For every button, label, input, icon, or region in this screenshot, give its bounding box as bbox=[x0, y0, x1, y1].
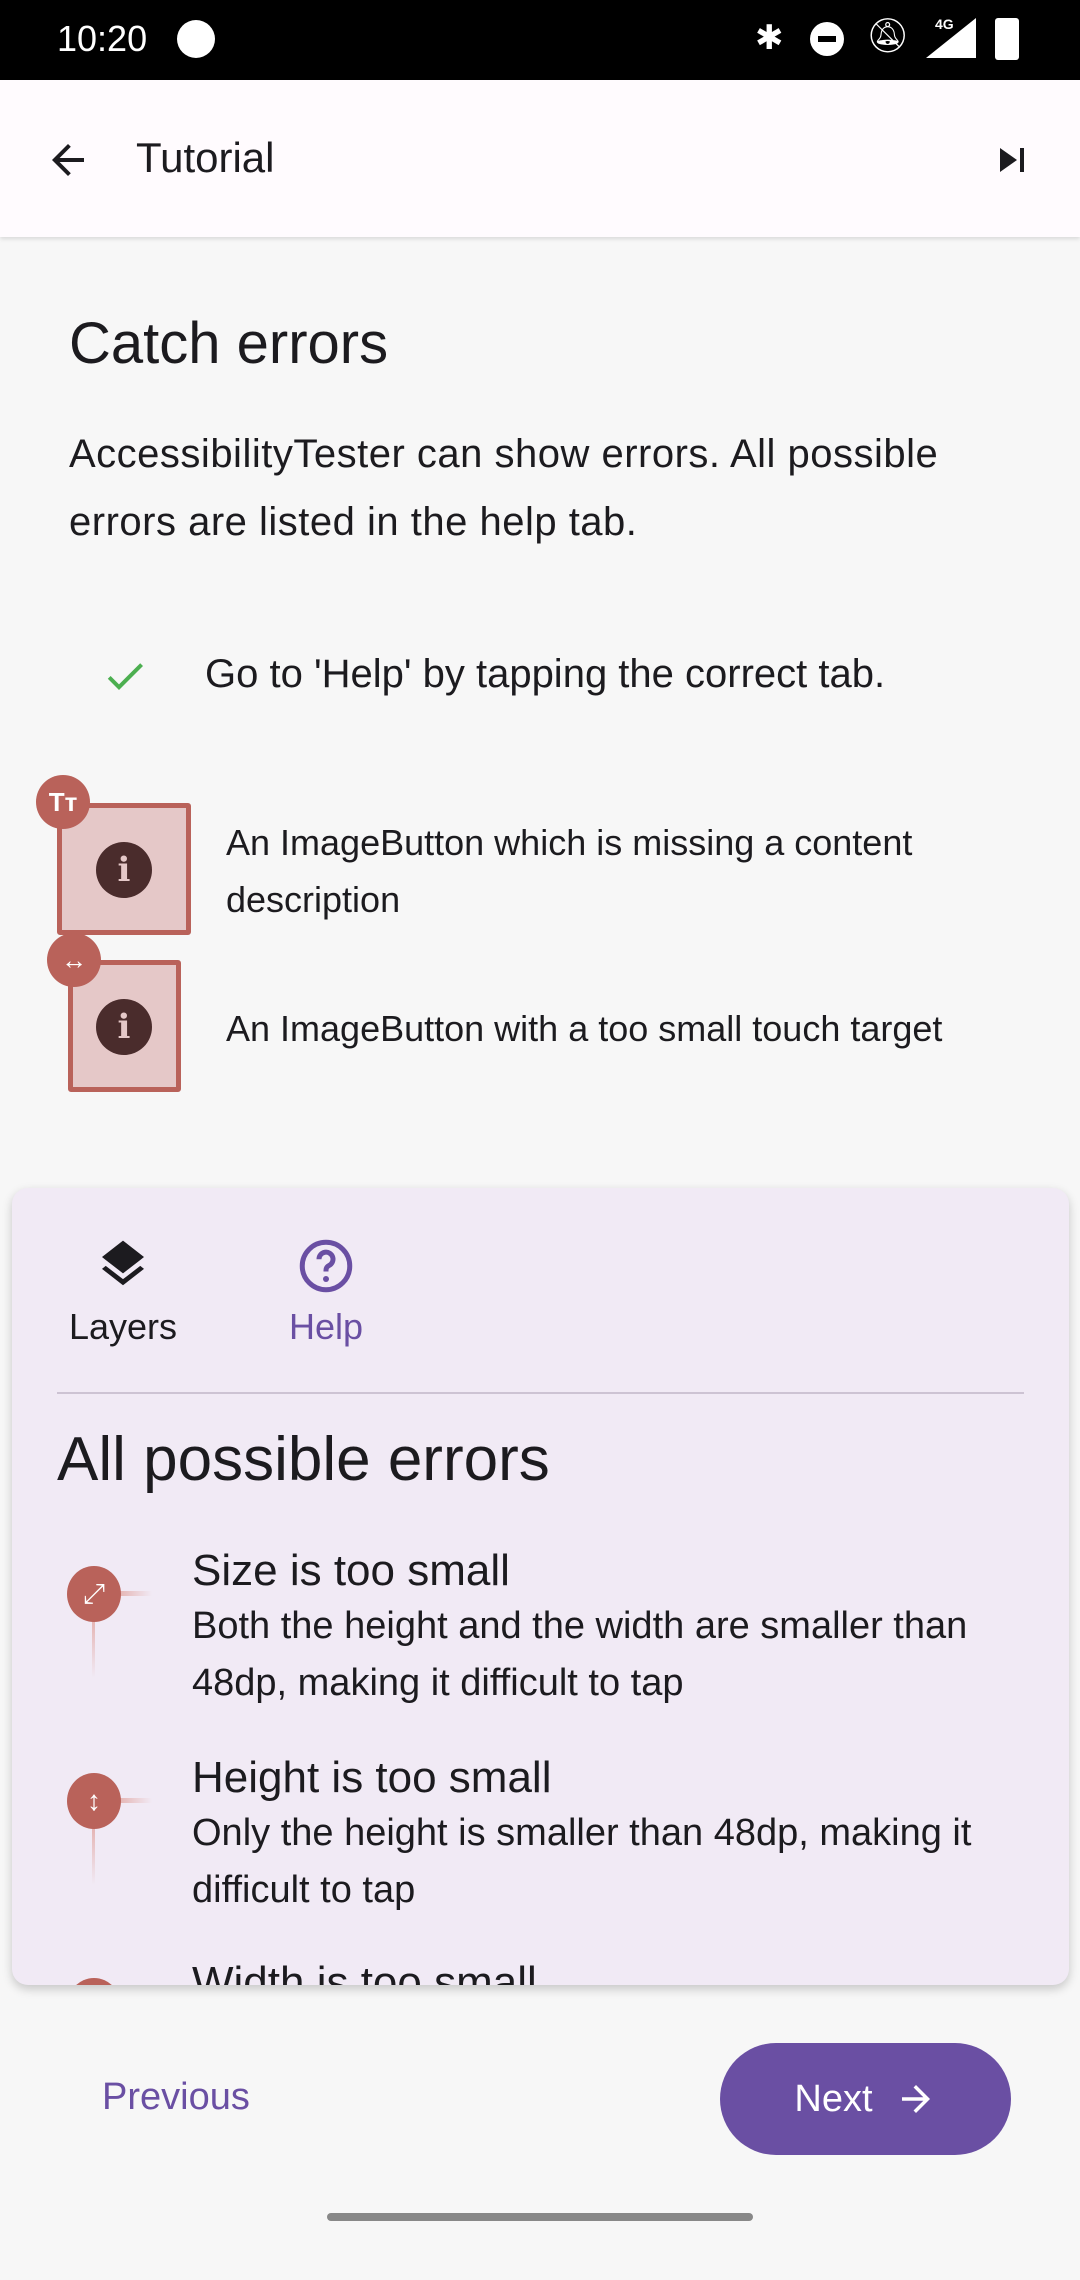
help-card: Layers Help All possible errors ⤢ Size i… bbox=[12, 1188, 1069, 1985]
touch-target-badge-icon: ↔ bbox=[47, 933, 101, 987]
error-description: Only the height is smaller than 48dp, ma… bbox=[192, 1812, 972, 1911]
next-button[interactable]: Next bbox=[720, 2043, 1011, 2155]
arrow-forward-icon bbox=[901, 2085, 930, 2113]
info-icon: i bbox=[96, 842, 152, 898]
tab-layers[interactable]: Layers bbox=[43, 1228, 203, 1348]
app-bar: Tutorial bbox=[0, 80, 1080, 237]
previous-button[interactable]: Previous bbox=[102, 2076, 250, 2119]
error-title: Height is too small bbox=[192, 1753, 552, 1802]
info-icon: i bbox=[96, 999, 152, 1055]
status-bar: 10:20 ✱ 🔕︎ 4G bbox=[0, 0, 1080, 80]
tab-help[interactable]: Help bbox=[246, 1228, 406, 1348]
task-text: Go to 'Help' by tapping the correct tab. bbox=[205, 652, 886, 696]
bluetooth-icon: ✱ bbox=[755, 19, 784, 57]
check-icon bbox=[107, 663, 143, 690]
section-heading: Catch errors bbox=[69, 311, 389, 376]
battery-charging-icon bbox=[995, 18, 1019, 60]
skip-next-icon[interactable] bbox=[988, 136, 1036, 184]
do-not-disturb-icon bbox=[810, 22, 844, 56]
help-circle-icon bbox=[299, 1239, 353, 1293]
tab-divider bbox=[57, 1392, 1024, 1394]
size-error-icon: ⤢ bbox=[67, 1566, 121, 1622]
section-description: AccessibilityTester can show errors. All… bbox=[69, 432, 939, 544]
text-size-badge-icon: Tт bbox=[36, 775, 90, 829]
width-error-icon: ↔ bbox=[67, 1978, 121, 1985]
height-error-icon: ↕ bbox=[67, 1773, 121, 1829]
arrow-back-icon[interactable] bbox=[44, 136, 92, 184]
next-label: Next bbox=[794, 2077, 873, 2120]
help-title: All possible errors bbox=[57, 1425, 550, 1494]
page-title: Tutorial bbox=[136, 134, 275, 181]
layers-icon bbox=[102, 1240, 144, 1286]
notification-app-icon bbox=[177, 20, 215, 58]
home-indicator[interactable] bbox=[327, 2213, 753, 2221]
example-text-1: An ImageButton which is missing a conten… bbox=[226, 822, 913, 920]
tab-label: Layers bbox=[68, 1306, 178, 1347]
example-text-2: An ImageButton with a too small touch ta… bbox=[226, 1008, 943, 1049]
error-title: Width is too small bbox=[192, 1958, 537, 1985]
notifications-off-icon: 🔕︎ bbox=[866, 17, 910, 55]
error-description: Both the height and the width are smalle… bbox=[192, 1605, 968, 1704]
error-title: Size is too small bbox=[192, 1546, 510, 1595]
status-time: 10:20 bbox=[57, 18, 148, 59]
tab-label: Help bbox=[288, 1306, 364, 1347]
signal-network-label: 4G bbox=[935, 16, 954, 32]
